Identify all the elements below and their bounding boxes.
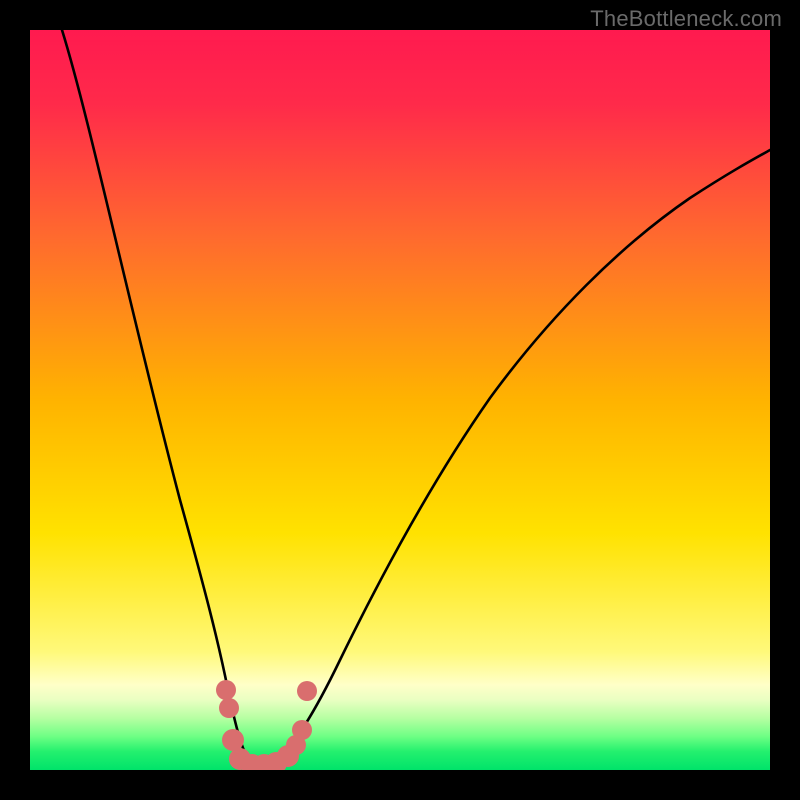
- gradient-background: [30, 30, 770, 770]
- plot-area: [30, 30, 770, 770]
- chart-frame: TheBottleneck.com: [0, 0, 800, 800]
- watermark-text: TheBottleneck.com: [590, 6, 782, 32]
- bottleneck-chart: [30, 30, 770, 770]
